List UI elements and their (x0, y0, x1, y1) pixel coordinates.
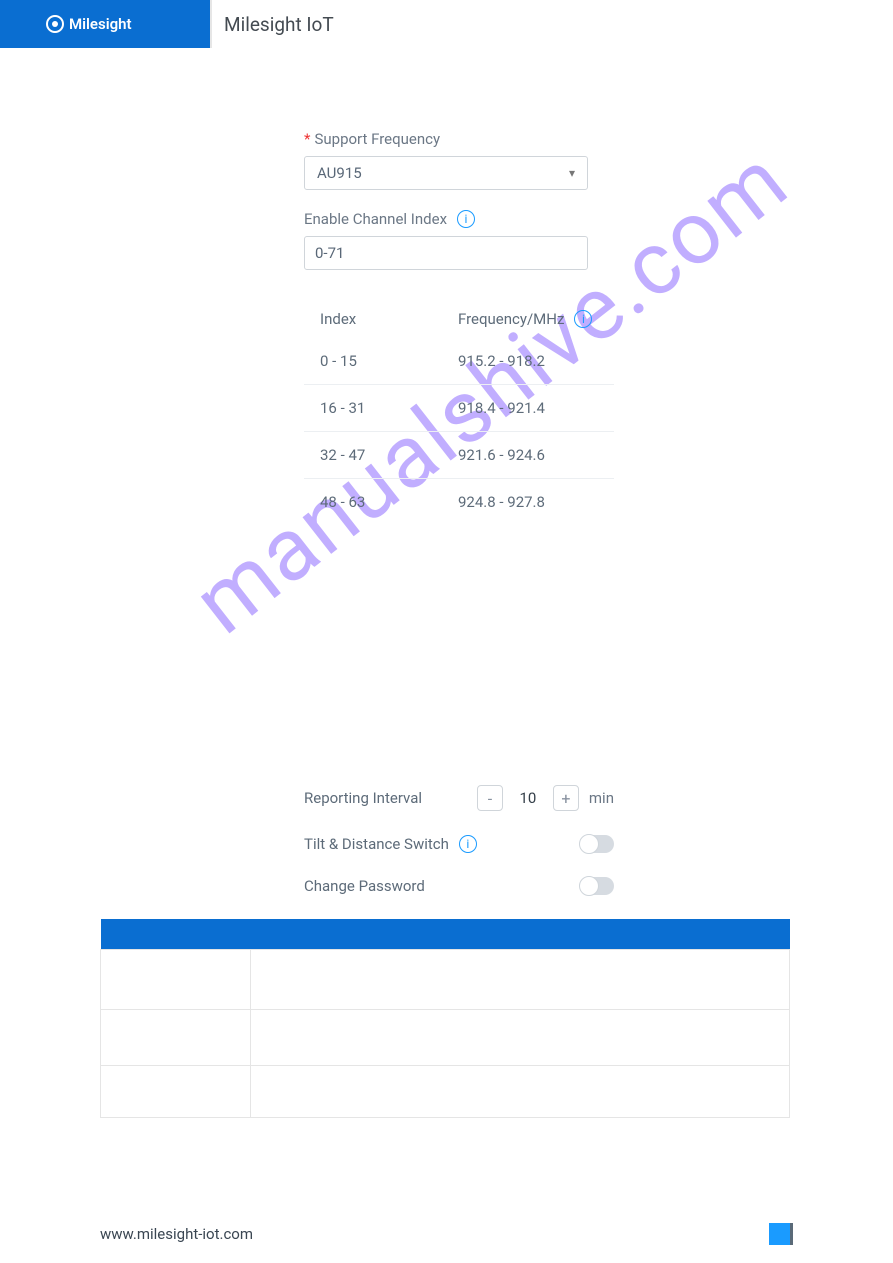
table-row (101, 1009, 790, 1065)
change-password-label: Change Password (304, 877, 425, 895)
reporting-interval-spinner: - 10 + min (477, 785, 614, 811)
header-title: Milesight IoT (212, 0, 334, 48)
enable-channel-input[interactable] (304, 236, 588, 270)
increment-button[interactable]: + (553, 785, 579, 811)
description-table-header (101, 919, 790, 949)
channel-table-header: Index Frequency/MHz i (304, 310, 614, 338)
channel-row-index: 32 - 47 (320, 446, 458, 464)
support-frequency-label: *Support Frequency (304, 130, 893, 148)
reporting-interval-row: Reporting Interval - 10 + min (304, 785, 614, 811)
content-area: *Support Frequency AU915 ▾ Enable Channe… (0, 48, 893, 1118)
svg-text:Milesight: Milesight (69, 15, 132, 33)
required-mark: * (304, 130, 310, 148)
channel-row-freq: 915.2 - 918.2 (458, 352, 614, 370)
settings-section: Reporting Interval - 10 + min Tilt & Dis… (304, 785, 614, 895)
page-indicator-bar (790, 1223, 793, 1245)
description-table (100, 919, 790, 1118)
milesight-logo-icon: Milesight (45, 12, 165, 36)
reporting-interval-label: Reporting Interval (304, 789, 422, 807)
decrement-button[interactable]: - (477, 785, 503, 811)
tilt-distance-label: Tilt & Distance Switch (304, 835, 449, 853)
channel-table: Index Frequency/MHz i 0 - 15 915.2 - 918… (304, 310, 614, 525)
page-indicator-square (769, 1223, 791, 1245)
channel-row-index: 48 - 63 (320, 493, 458, 511)
channel-row-index: 16 - 31 (320, 399, 458, 417)
table-row: 48 - 63 924.8 - 927.8 (304, 479, 614, 525)
channel-header-freq-wrap: Frequency/MHz i (458, 310, 610, 328)
info-icon[interactable]: i (574, 310, 592, 328)
footer: www.milesight-iot.com (0, 1223, 893, 1245)
support-frequency-label-text: Support Frequency (314, 130, 440, 148)
tilt-distance-toggle[interactable] (580, 835, 614, 853)
table-row: 0 - 15 915.2 - 918.2 (304, 338, 614, 385)
page-indicator (769, 1223, 793, 1245)
reporting-interval-unit: min (589, 789, 614, 807)
table-row (101, 1065, 790, 1117)
table-row: 32 - 47 921.6 - 924.6 (304, 432, 614, 479)
channel-row-freq: 924.8 - 927.8 (458, 493, 614, 511)
tilt-distance-label-wrap: Tilt & Distance Switch i (304, 835, 477, 853)
channel-row-index: 0 - 15 (320, 352, 458, 370)
channel-header-freq: Frequency/MHz (458, 310, 564, 328)
chevron-down-icon: ▾ (569, 166, 575, 180)
change-password-toggle[interactable] (580, 877, 614, 895)
info-icon[interactable]: i (457, 210, 475, 228)
footer-url: www.milesight-iot.com (100, 1225, 253, 1243)
channel-row-freq: 921.6 - 924.6 (458, 446, 614, 464)
brand-logo: Milesight (0, 0, 210, 48)
reporting-interval-value[interactable]: 10 (509, 789, 547, 807)
channel-row-freq: 918.4 - 921.4 (458, 399, 614, 417)
support-frequency-select[interactable]: AU915 ▾ (304, 156, 588, 190)
table-row: 16 - 31 918.4 - 921.4 (304, 385, 614, 432)
info-icon[interactable]: i (459, 835, 477, 853)
table-row (101, 949, 790, 1009)
change-password-row: Change Password (304, 877, 614, 895)
enable-channel-label: Enable Channel Index (304, 210, 447, 228)
tilt-distance-row: Tilt & Distance Switch i (304, 835, 614, 853)
channel-header-index: Index (320, 310, 458, 328)
support-frequency-value: AU915 (317, 164, 362, 182)
enable-channel-label-row: Enable Channel Index i (304, 210, 893, 228)
header: Milesight Milesight IoT (0, 0, 893, 48)
